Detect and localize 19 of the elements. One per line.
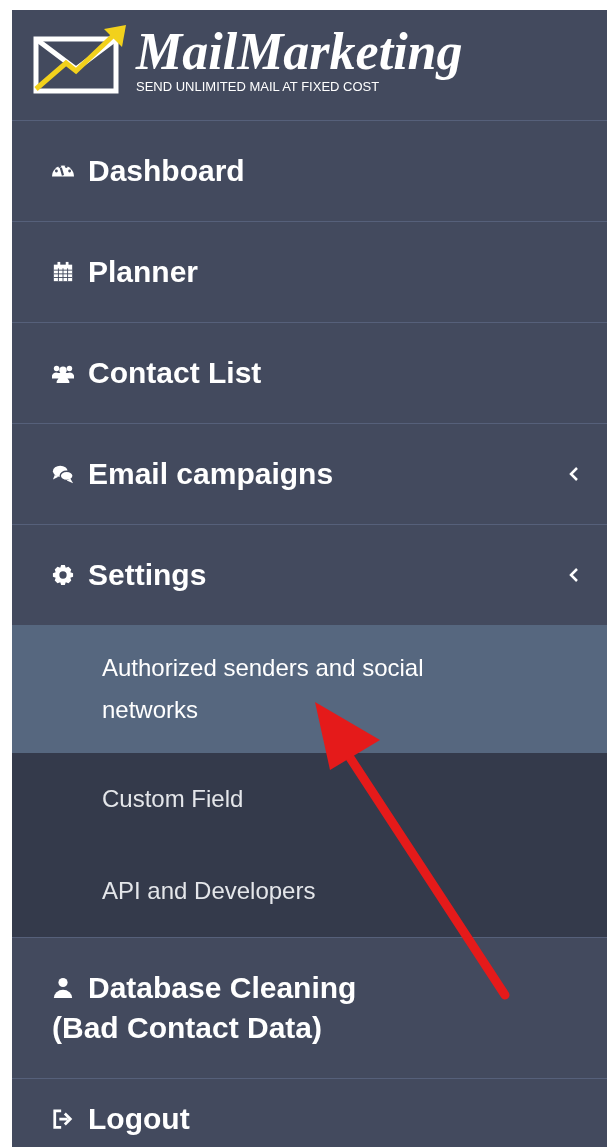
- menu-item[interactable]: Logout: [52, 1099, 190, 1139]
- menu-item[interactable]: Database Cleaning (Bad Contact Data): [52, 968, 412, 1048]
- menu-item[interactable]: Settings: [52, 555, 207, 595]
- submenu-item[interactable]: API and Developers: [12, 845, 607, 937]
- logo-icon: [32, 25, 128, 95]
- chat-icon: [52, 463, 74, 485]
- calendar-icon: [52, 261, 74, 283]
- settings-icon: [52, 564, 74, 586]
- logo-title: MailMarketing: [136, 25, 463, 79]
- submenu-item[interactable]: Custom Field: [12, 753, 607, 845]
- menu-item[interactable]: Dashboard: [52, 151, 245, 191]
- logout-icon: [52, 1108, 74, 1130]
- submenu-item[interactable]: Authorized senders and social networks: [12, 625, 607, 753]
- user-icon: [52, 977, 74, 999]
- menu-item[interactable]: Planner: [52, 252, 199, 292]
- logo-tagline: SEND UNLIMITED MAIL AT FIXED COST: [136, 79, 380, 95]
- gauge-icon: [52, 165, 74, 177]
- menu-item[interactable]: Contact List: [52, 353, 262, 393]
- menu-item[interactable]: Email campaigns: [52, 454, 334, 494]
